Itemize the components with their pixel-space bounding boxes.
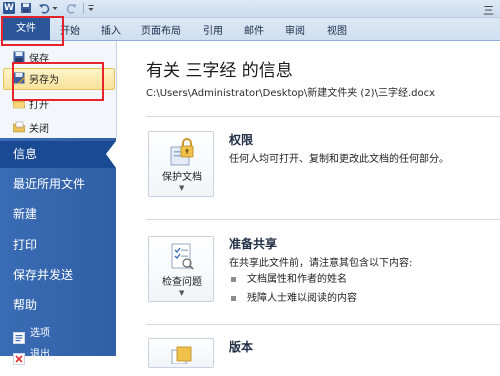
check-issues-button[interactable]: 检查问题 ▼ bbox=[148, 236, 214, 302]
redo-icon[interactable] bbox=[66, 2, 78, 14]
prepare-sharing-description: 在共享此文件前，请注意其包含以下内容: bbox=[229, 258, 413, 269]
section-divider bbox=[146, 219, 500, 220]
section-divider bbox=[146, 116, 500, 117]
nav-new[interactable]: 新建 bbox=[0, 201, 116, 228]
close-command[interactable]: 关闭 bbox=[13, 118, 49, 136]
prepare-sharing-title: 准备共享 bbox=[229, 237, 278, 251]
exit-icon bbox=[13, 349, 25, 365]
dropdown-arrow-icon: ▼ bbox=[179, 289, 185, 297]
manage-versions-button[interactable] bbox=[148, 338, 214, 368]
tab-page-layout[interactable]: 页面布局 bbox=[141, 22, 181, 37]
versions-title: 版本 bbox=[229, 340, 254, 354]
list-item-label: 残障人士难以阅读的内容 bbox=[247, 293, 357, 304]
undo-icon[interactable] bbox=[38, 2, 50, 14]
tab-view[interactable]: 视图 bbox=[327, 22, 347, 37]
list-item: 残障人士难以阅读的内容 bbox=[231, 289, 357, 304]
document-path: C:\Users\Administrator\Desktop\新建文件夹 (2)… bbox=[146, 88, 436, 99]
tab-review[interactable]: 审阅 bbox=[285, 22, 305, 37]
options-icon bbox=[13, 328, 25, 344]
protect-document-button[interactable]: 保护文档 ▼ bbox=[148, 131, 214, 197]
nav-help[interactable]: 帮助 bbox=[0, 292, 116, 319]
tab-references[interactable]: 引用 bbox=[203, 22, 223, 37]
active-pointer-arrow bbox=[106, 141, 116, 168]
bullet-square-icon bbox=[231, 276, 236, 282]
versions-icon bbox=[171, 346, 192, 364]
protect-document-label: 保护文档 bbox=[162, 172, 202, 183]
window-title: 三 bbox=[483, 4, 494, 17]
nav-print[interactable]: 打印 bbox=[0, 232, 116, 259]
lock-key-icon bbox=[170, 138, 194, 166]
undo-dropdown-icon[interactable] bbox=[52, 2, 58, 14]
close-folder-icon bbox=[13, 121, 25, 133]
list-item: 文档属性和作者的姓名 bbox=[231, 270, 347, 285]
save-icon[interactable] bbox=[20, 2, 32, 14]
bullet-square-icon bbox=[231, 295, 236, 301]
ribbon-tab-bar: 开始 插入 页面布局 引用 邮件 审阅 视图 bbox=[0, 18, 500, 41]
section-divider bbox=[146, 324, 500, 325]
nav-info[interactable]: 信息 bbox=[0, 141, 116, 168]
nav-exit-label: 退出 bbox=[30, 349, 50, 360]
permissions-description: 任何人均可打开、复制和更改此文档的任何部分。 bbox=[229, 154, 449, 165]
check-issues-label: 检查问题 bbox=[162, 277, 202, 288]
list-item-label: 文档属性和作者的姓名 bbox=[247, 274, 347, 285]
permissions-title: 权限 bbox=[229, 133, 254, 147]
word-app-icon[interactable]: W bbox=[3, 2, 15, 14]
nav-save-send[interactable]: 保存并发送 bbox=[0, 262, 116, 289]
checklist-icon bbox=[171, 243, 194, 270]
title-bar: W 三 bbox=[0, 0, 500, 18]
nav-recent[interactable]: 最近所用文件 bbox=[0, 171, 116, 198]
page-title: 有关 三字经 的信息 bbox=[146, 61, 293, 81]
nav-info-label: 信息 bbox=[13, 147, 38, 161]
dropdown-arrow-icon: ▼ bbox=[179, 184, 185, 192]
annotation-box-file-tab bbox=[1, 16, 64, 46]
annotation-box-save-as bbox=[12, 62, 104, 101]
tab-insert[interactable]: 插入 bbox=[101, 22, 121, 37]
nav-exit[interactable]: 退出 bbox=[0, 341, 116, 368]
qat-separator bbox=[83, 3, 84, 14]
tab-mailings[interactable]: 邮件 bbox=[244, 22, 264, 37]
customize-qat-icon[interactable] bbox=[88, 2, 94, 14]
close-command-label: 关闭 bbox=[29, 123, 49, 135]
